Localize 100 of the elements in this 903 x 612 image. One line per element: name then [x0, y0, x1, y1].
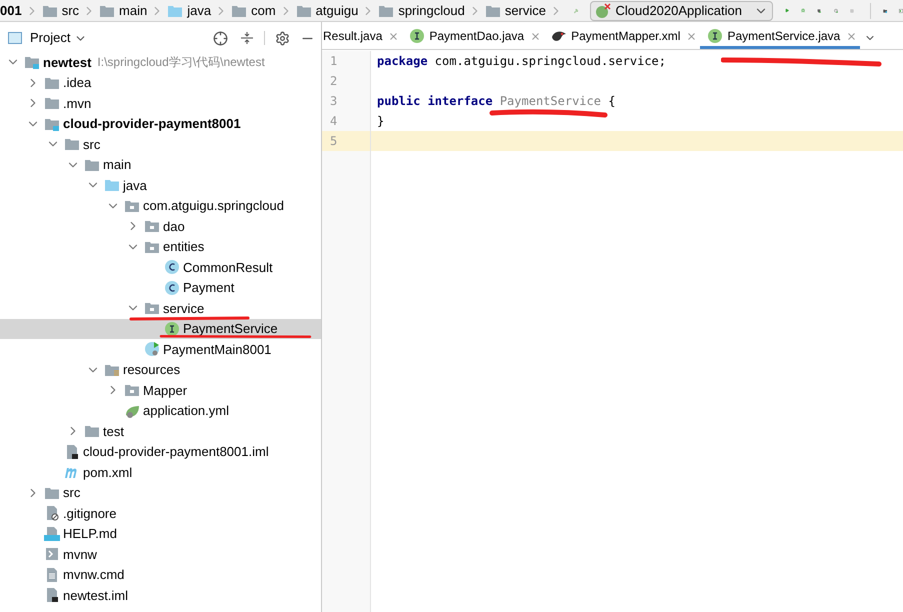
tree-item-label: cloud-provider-payment8001	[63, 115, 241, 133]
file-icon	[44, 505, 60, 522]
tree-item[interactable]: service	[0, 298, 321, 318]
folder-icon	[99, 4, 116, 18]
breadcrumb-item[interactable]: atguigu	[316, 0, 358, 20]
tree-item-label: mvnw	[63, 546, 97, 564]
spring-boot-icon	[595, 2, 612, 18]
markdown-file-icon	[44, 526, 60, 542]
interface-icon	[164, 320, 180, 337]
close-icon[interactable]	[388, 30, 400, 42]
editor-tab[interactable]: Result.java	[322, 26, 402, 49]
tree-item[interactable]: newtest.iml	[0, 585, 321, 606]
text-file-icon	[44, 566, 60, 583]
package-folder-icon	[144, 218, 160, 234]
class-icon	[164, 280, 180, 296]
breadcrumb-item[interactable]: service	[504, 0, 546, 20]
runnable-class-icon	[144, 341, 160, 358]
tree-item[interactable]: entities	[0, 236, 321, 257]
tree-item[interactable]: PaymentService	[0, 318, 321, 339]
tree-item[interactable]: main	[0, 154, 321, 175]
breadcrumb-item[interactable]: src	[62, 0, 80, 20]
class-icon	[164, 259, 180, 276]
folder-icon	[64, 136, 80, 152]
tree-item-label: com.atguigu.springcloud	[143, 197, 284, 215]
line-number: 3	[322, 91, 371, 111]
code-editor[interactable]: 1 package com.atguigu.springcloud.service; 2 3 public interface PaymentService { 4 } 5	[322, 50, 903, 612]
run-configuration-dropdown[interactable]: Cloud2020Application	[590, 0, 773, 20]
tree-item-label: Mapper	[143, 382, 188, 400]
module-folder-icon	[24, 54, 40, 70]
panel-title[interactable]: Project	[30, 28, 70, 48]
tree-item-label: application.yml	[143, 402, 229, 420]
tree-item[interactable]: newtest I:\springcloud学习\代码\newtest	[0, 52, 321, 72]
folder-icon	[84, 423, 100, 440]
tree-item-label: .idea	[63, 74, 92, 92]
tree-item[interactable]: com.atguigu.springcloud	[0, 196, 321, 216]
folder-icon	[231, 4, 248, 18]
folder-icon	[378, 4, 394, 18]
tree-item-label: newtest.iml	[63, 586, 128, 604]
interface-icon	[707, 28, 724, 44]
tree-item-label: PaymentMain8001	[163, 340, 272, 359]
close-icon[interactable]	[530, 30, 542, 42]
tree-item-label: pom.xml	[83, 464, 132, 482]
folder-icon	[42, 4, 58, 18]
tree-item-label: test	[103, 422, 124, 440]
tree-item-label: service	[163, 300, 204, 318]
settings-icon[interactable]	[275, 30, 290, 46]
tree-item-label: CommonResult	[183, 258, 273, 276]
line-number: 4	[322, 111, 371, 131]
tree-item[interactable]: resources	[0, 360, 321, 380]
tree-item-label: HELP.md	[63, 525, 117, 543]
tree-item[interactable]: Mapper	[0, 380, 321, 400]
tree-item[interactable]: pom.xml	[0, 462, 321, 482]
line-number: 1	[322, 51, 371, 71]
line-number: 2	[322, 71, 371, 91]
breadcrumb-item[interactable]: springcloud	[398, 0, 465, 20]
tree-item[interactable]: src	[0, 482, 321, 503]
tree-item-label: src	[63, 484, 80, 502]
tree-item-path: I:\springcloud学习\代码\newtest	[97, 54, 265, 72]
tree-item[interactable]: CommonResult	[0, 257, 321, 278]
package-folder-icon	[144, 300, 160, 316]
tree-item[interactable]: mvnw.cmd	[0, 564, 321, 585]
tree-item[interactable]: test	[0, 421, 321, 442]
tree-item-label: .gitignore	[63, 504, 116, 523]
breadcrumb-item[interactable]: main	[119, 0, 148, 20]
tree-item[interactable]: .gitignore	[0, 503, 321, 524]
breadcrumb-item[interactable]: 001	[0, 0, 22, 20]
breadcrumb-item[interactable]: java	[187, 0, 212, 20]
close-icon[interactable]	[846, 30, 858, 42]
script-file-icon	[44, 546, 60, 562]
tree-item[interactable]: java	[0, 175, 321, 196]
collapse-all-icon[interactable]	[240, 31, 254, 45]
file-icon	[44, 587, 60, 604]
tree-item-label: dao	[163, 218, 185, 236]
interface-icon	[409, 28, 426, 44]
tree-item[interactable]: .mvn	[0, 93, 321, 114]
tree-item[interactable]: dao	[0, 216, 321, 236]
close-icon[interactable]	[686, 30, 698, 42]
tree-item[interactable]: HELP.md	[0, 524, 321, 544]
editor-tab[interactable]: PaymentDao.java	[402, 26, 544, 49]
tree-item[interactable]: mvnw	[0, 544, 321, 564]
breadcrumb-item[interactable]: com	[251, 0, 276, 20]
tree-item-label: src	[83, 136, 100, 154]
folder-icon	[296, 4, 312, 18]
editor-tab[interactable]: PaymentMapper.xml	[544, 26, 700, 49]
tree-item-label: newtest	[43, 54, 92, 72]
tree-item[interactable]: application.yml	[0, 400, 321, 421]
locate-icon[interactable]	[213, 30, 228, 46]
file-icon	[64, 444, 80, 460]
tree-item-label: resources	[123, 361, 180, 379]
folder-icon	[167, 4, 184, 18]
tree-item[interactable]: cloud-provider-payment8001.iml	[0, 442, 321, 462]
tree-item-label: Payment	[183, 279, 234, 297]
tree-item-label: PaymentService	[183, 320, 278, 338]
tree-item[interactable]: cloud-provider-payment8001	[0, 114, 321, 134]
tree-item[interactable]: .idea	[0, 72, 321, 93]
tree-item[interactable]: PaymentMain8001	[0, 339, 321, 360]
code-line: }	[376, 113, 384, 130]
tree-item[interactable]: src	[0, 134, 321, 154]
tree-item-label: cloud-provider-payment8001.iml	[83, 443, 269, 461]
tree-item[interactable]: Payment	[0, 278, 321, 298]
